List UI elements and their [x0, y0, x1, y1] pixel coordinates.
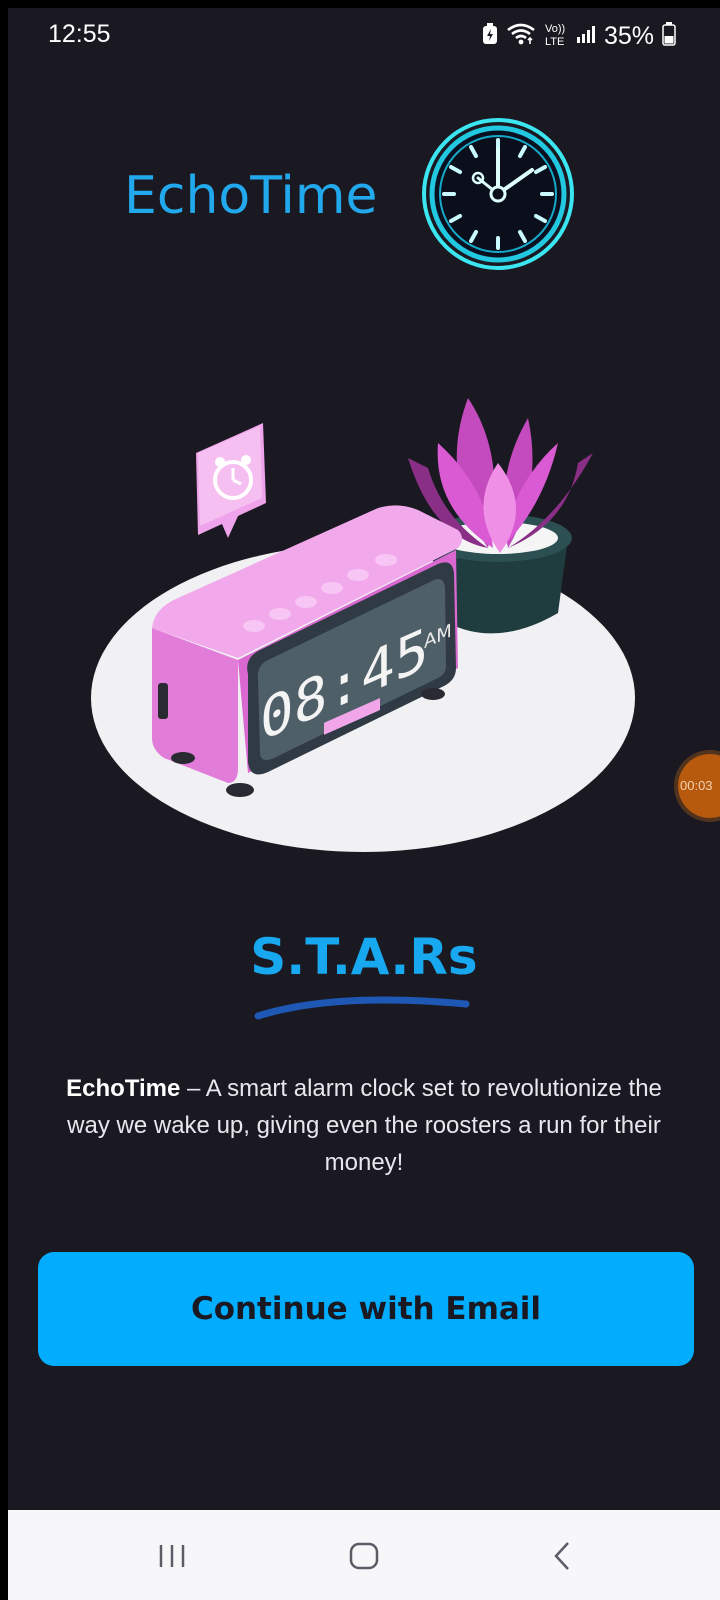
app-description: EchoTime – A smart alarm clock set to re…: [44, 1070, 684, 1181]
description-app-name: EchoTime: [66, 1075, 181, 1102]
status-time: 12:55: [48, 20, 111, 48]
back-icon[interactable]: [538, 1532, 586, 1580]
volte-lte-icon: Vo)) LTELTE: [544, 21, 588, 52]
svg-text:LTE: LTE: [545, 36, 564, 47]
recent-apps-icon[interactable]: [148, 1532, 196, 1580]
stars-underline: [254, 996, 470, 1020]
app-title: EchoTime: [124, 166, 378, 226]
battery-icon: [662, 21, 676, 51]
navigation-bar: [8, 1510, 720, 1600]
status-icons: Vo)) LTELTE 35%: [482, 18, 676, 54]
battery-percent: 35%: [603, 21, 654, 50]
battery-saver-icon: [482, 22, 498, 50]
volte-text: Vo)) LTE: [545, 23, 568, 35]
status-bar: 12:55 Vo)) LTELTE 35%: [8, 8, 720, 64]
signal-icon: [576, 24, 596, 49]
app-screen: 12:55 Vo)) LTELTE 35% EchoTime: [8, 8, 720, 1600]
stars-title: S.T.A.Rs: [250, 928, 478, 986]
alarm-notification-bubble: [196, 423, 266, 538]
screen-recording-bubble[interactable]: 00:03: [678, 754, 720, 818]
wall-clock-icon: [420, 116, 576, 272]
alarm-clock-illustration: 08:45 AM: [88, 398, 648, 868]
continue-with-email-button[interactable]: Continue with Email: [38, 1252, 694, 1366]
home-icon[interactable]: [340, 1532, 388, 1580]
wifi-icon: [506, 22, 536, 51]
